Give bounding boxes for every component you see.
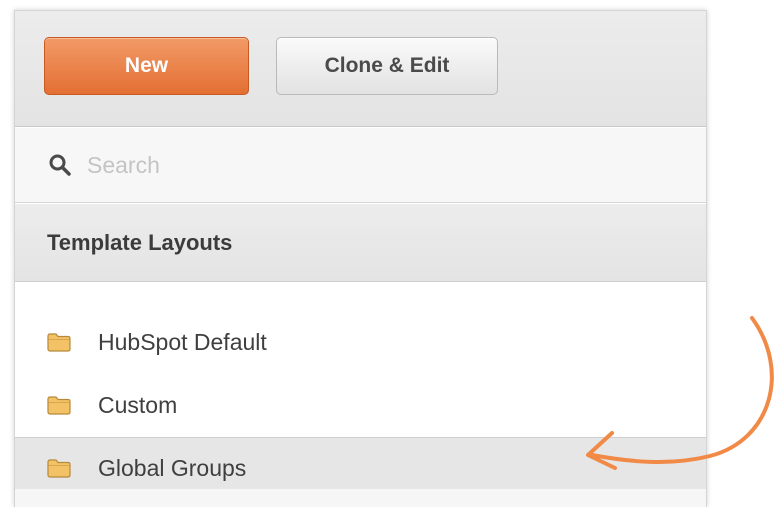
folder-icon (47, 396, 71, 415)
clone-edit-button[interactable]: Clone & Edit (276, 37, 498, 95)
new-button[interactable]: New (44, 37, 249, 95)
search-bar (15, 128, 706, 203)
template-panel: New Clone & Edit Template Layouts HubSpo… (14, 10, 707, 507)
folder-item-custom[interactable]: Custom (15, 374, 706, 436)
search-input[interactable] (87, 144, 647, 186)
search-icon[interactable] (48, 153, 72, 177)
folder-item-hubspot-default[interactable]: HubSpot Default (15, 311, 706, 373)
section-header: Template Layouts (15, 204, 706, 282)
folder-icon (47, 459, 71, 478)
folder-icon (47, 333, 71, 352)
folder-label: Global Groups (98, 454, 247, 481)
section-title: Template Layouts (47, 229, 233, 255)
toolbar: New Clone & Edit (15, 11, 706, 127)
list-bottom-edge (15, 489, 706, 507)
folder-label: Custom (98, 391, 178, 418)
folder-label: HubSpot Default (98, 328, 267, 355)
